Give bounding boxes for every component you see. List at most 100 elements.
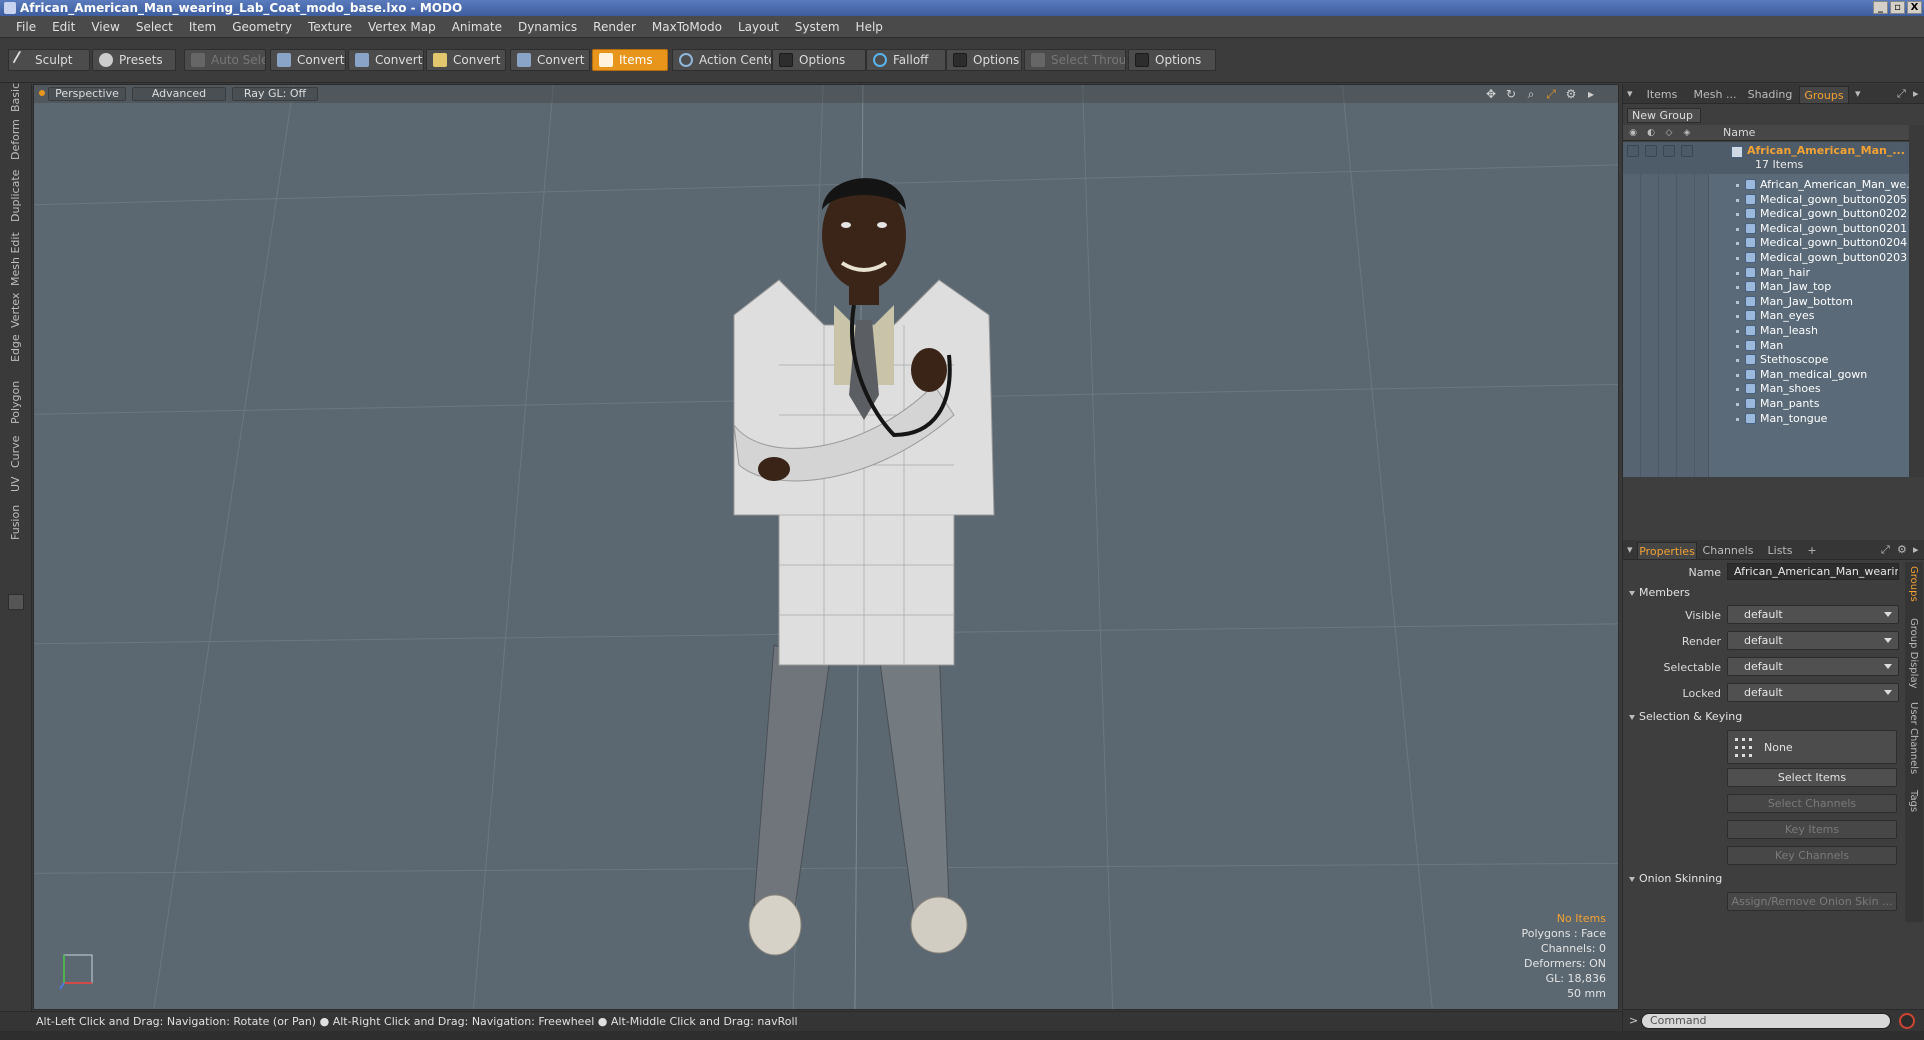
select-channels-button[interactable]: Select Channels (1727, 794, 1897, 813)
items-icon (599, 53, 613, 67)
select-toggle-icon[interactable] (1663, 145, 1675, 157)
convert-button-3[interactable]: Convert (426, 49, 506, 71)
menu-view[interactable]: View (83, 16, 127, 38)
convert-button-2[interactable]: Convert (348, 49, 424, 71)
tab-items[interactable]: Items (1637, 86, 1687, 103)
group-member-row[interactable]: Man_tongue (1623, 410, 1909, 428)
group-row[interactable]: African_American_Man_... 17 Items (1623, 142, 1909, 174)
menu-item[interactable]: Item (181, 16, 224, 38)
shading-mode-tab[interactable]: Advanced (132, 87, 226, 101)
menu-layout[interactable]: Layout (730, 16, 787, 38)
settings-icon[interactable]: ⚙ (1897, 543, 1907, 556)
selection-none-field[interactable]: None (1727, 730, 1897, 764)
expand-arrow-icon[interactable]: ▸ (1584, 87, 1598, 101)
menu-animate[interactable]: Animate (444, 16, 510, 38)
selection-keying-section[interactable]: Selection & Keying (1629, 710, 1742, 723)
tab-uv-label: UV (9, 476, 22, 492)
menu-render[interactable]: Render (585, 16, 644, 38)
command-history-button[interactable] (1899, 1013, 1915, 1029)
menu-select[interactable]: Select (128, 16, 181, 38)
tab-shading[interactable]: Shading (1743, 86, 1797, 103)
viewport-menu-dot[interactable] (39, 90, 45, 96)
tree-scrollbar[interactable] (1909, 125, 1924, 477)
panel-arrow-icon[interactable]: ▸ (1913, 87, 1919, 100)
menu-system[interactable]: System (787, 16, 848, 38)
pan-icon[interactable]: ✥ (1484, 87, 1498, 101)
menu-geometry[interactable]: Geometry (224, 16, 300, 38)
maximize-panel-icon[interactable]: ⤢ (1897, 87, 1906, 101)
assign-onion-skin-button[interactable]: Assign/Remove Onion Skin ... (1727, 892, 1897, 911)
character-model[interactable] (34, 85, 1619, 1010)
falloff-button[interactable]: Falloff (866, 49, 946, 71)
options-button-1[interactable]: Options (772, 49, 866, 71)
add-tab-button[interactable]: + (1803, 542, 1821, 559)
name-column-header[interactable]: Name (1723, 126, 1755, 139)
selectable-select[interactable]: default (1727, 657, 1899, 676)
onion-skinning-section[interactable]: Onion Skinning (1629, 872, 1722, 885)
menu-edit[interactable]: Edit (44, 16, 83, 38)
presets-button[interactable]: Presets F6 (92, 49, 176, 71)
fit-icon[interactable]: ⤢ (1544, 87, 1558, 101)
items-mode-button[interactable]: Items (592, 49, 668, 71)
tab-lists[interactable]: Lists (1759, 542, 1801, 559)
rotate-icon[interactable]: ↻ (1504, 87, 1518, 101)
locked-value: default (1744, 686, 1783, 699)
select-column-icon[interactable]: ◇ (1663, 127, 1675, 139)
maximize-panel-icon[interactable]: ⤢ (1881, 543, 1890, 557)
raygl-tab[interactable]: Ray GL: Off (232, 87, 318, 101)
expand-toolbox-button[interactable] (8, 594, 24, 610)
sculpt-button[interactable]: Sculpt (8, 49, 90, 71)
tab-channels[interactable]: Channels (1701, 542, 1755, 559)
visibility-column-icon[interactable]: ◉ (1627, 127, 1639, 139)
render-column-icon[interactable]: ◐ (1645, 127, 1657, 139)
render-select[interactable]: default (1727, 631, 1899, 650)
view-mode-tab[interactable]: Perspective (48, 87, 126, 101)
options-button-3[interactable]: Options (1128, 49, 1216, 71)
lock-toggle-icon[interactable] (1681, 145, 1693, 157)
maximize-button[interactable]: ▫ (1890, 1, 1905, 14)
members-section[interactable]: Members (1629, 586, 1690, 599)
menu-vertex-map[interactable]: Vertex Map (360, 16, 444, 38)
group-name-field[interactable]: African_American_Man_wearing_ (1727, 563, 1899, 580)
command-input[interactable]: Command (1641, 1013, 1891, 1029)
visible-select[interactable]: default (1727, 605, 1899, 624)
tree-connector-dot (1736, 184, 1739, 187)
new-group-button[interactable]: New Group (1627, 108, 1701, 123)
mesh-icon (1745, 310, 1756, 322)
tab-dropdown-icon[interactable]: ▾ (1855, 87, 1861, 100)
key-channels-button[interactable]: Key Channels (1727, 846, 1897, 865)
gl-info: GL: 18,836 (1545, 972, 1606, 985)
visibility-toggle-icon[interactable] (1627, 145, 1639, 157)
select-through-button[interactable]: Select Through (1024, 49, 1126, 71)
key-items-button[interactable]: Key Items (1727, 820, 1897, 839)
menu-maxtomodo[interactable]: MaxToModo (644, 16, 730, 38)
panel-menu-icon[interactable]: ▾ (1627, 87, 1633, 100)
tab-groups[interactable]: Groups (1799, 86, 1849, 103)
menu-texture[interactable]: Texture (300, 16, 360, 38)
locked-select[interactable]: default (1727, 683, 1899, 702)
close-button[interactable]: X (1907, 1, 1922, 14)
zoom-icon[interactable]: ⌕ (1524, 87, 1538, 101)
menu-help[interactable]: Help (848, 16, 891, 38)
options-button-2[interactable]: Options (946, 49, 1022, 71)
select-items-button[interactable]: Select Items (1727, 768, 1897, 787)
convert-button-4[interactable]: Convert (510, 49, 590, 71)
menu-dynamics[interactable]: Dynamics (510, 16, 585, 38)
panel-menu-icon[interactable]: ▾ (1627, 543, 1633, 556)
lock-column-icon[interactable]: ◈ (1681, 127, 1693, 139)
render-toggle-icon[interactable] (1645, 145, 1657, 157)
minimize-button[interactable]: _ (1873, 1, 1888, 14)
3d-viewport[interactable]: Perspective Advanced Ray GL: Off ✥ ↻ ⌕ ⤢… (33, 84, 1619, 1010)
action-center-button[interactable]: Action Center (672, 49, 772, 71)
tab-deform-label: Deform (9, 119, 22, 160)
visible-value: default (1744, 608, 1783, 621)
settings-icon[interactable]: ⚙ (1564, 87, 1578, 101)
tree-connector-dot (1736, 242, 1739, 246)
tab-mesh[interactable]: Mesh ... (1689, 86, 1741, 103)
auto-select-button[interactable]: Auto Select (184, 49, 266, 71)
panel-arrow-icon[interactable]: ▸ (1913, 543, 1919, 556)
tab-properties[interactable]: Properties (1637, 542, 1697, 559)
menu-file[interactable]: File (8, 16, 44, 38)
convert-button-1[interactable]: Convert (270, 49, 346, 71)
viewport-nav-icons: ✥ ↻ ⌕ ⤢ ⚙ ▸ (1484, 87, 1598, 101)
